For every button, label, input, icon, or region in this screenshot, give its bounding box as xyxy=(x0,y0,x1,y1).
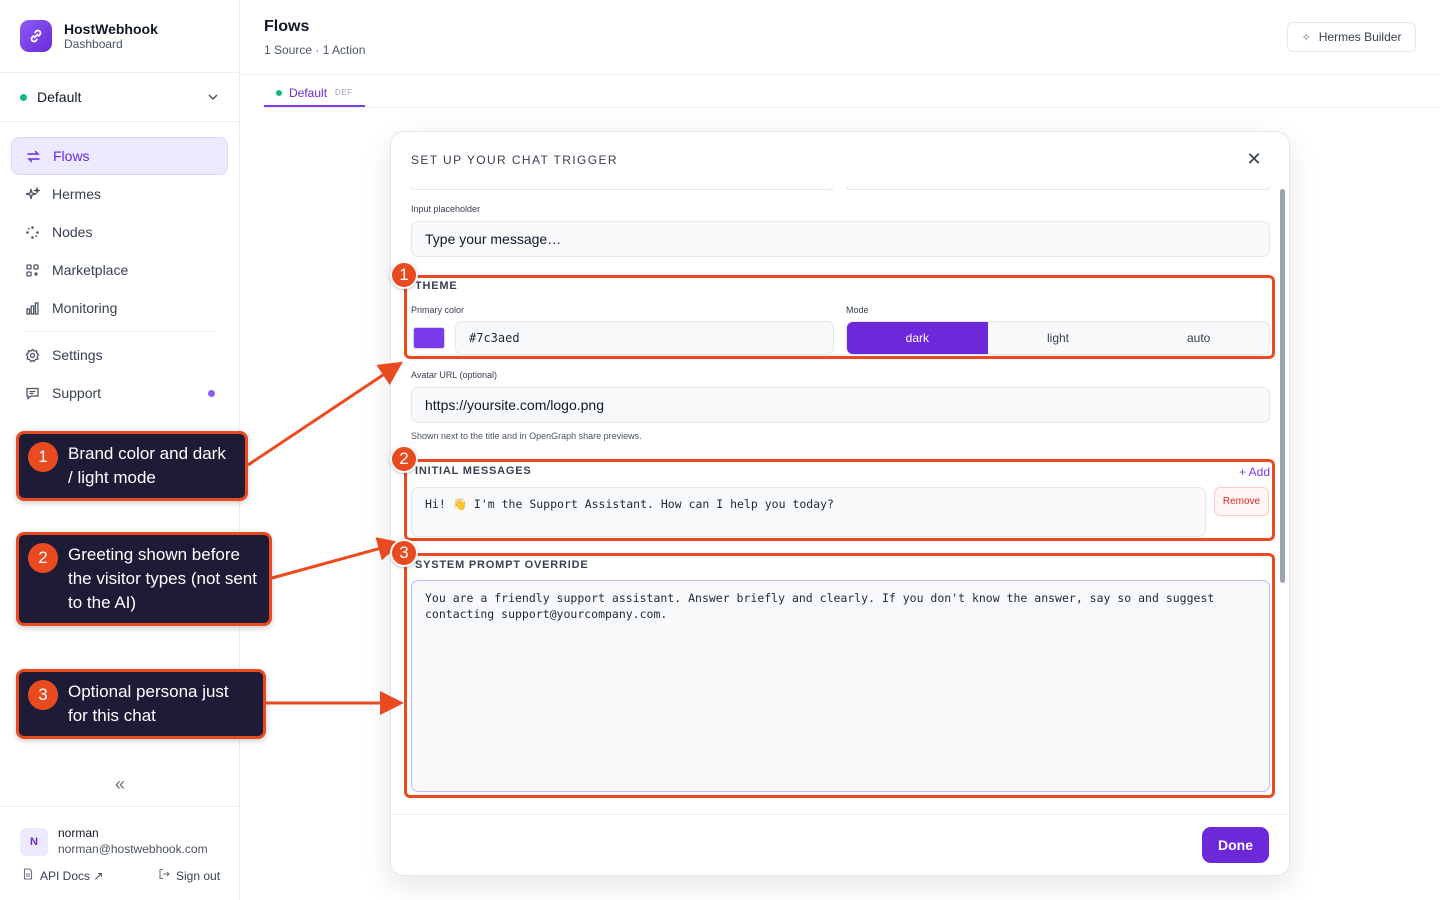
hermes-builder-label: Hermes Builder xyxy=(1318,30,1402,44)
page-title: Flows xyxy=(264,18,310,35)
modal-title: SET UP YOUR CHAT TRIGGER xyxy=(411,153,618,167)
mode-dark-button[interactable]: dark xyxy=(847,322,988,354)
chevron-down-icon xyxy=(208,94,218,101)
tab-badge: DEF xyxy=(335,88,353,97)
divider xyxy=(24,331,215,332)
primary-color-input[interactable]: #7c3aed xyxy=(455,321,834,355)
close-icon[interactable]: ✕ xyxy=(1243,148,1265,170)
gear-icon xyxy=(24,347,40,363)
avatar-url-field[interactable]: https://yoursite.com/logo.png xyxy=(411,387,1270,423)
sparkles-icon xyxy=(24,186,40,202)
callout-number: 3 xyxy=(28,680,58,710)
workspace-name: Default xyxy=(37,89,82,105)
done-button[interactable]: Done xyxy=(1202,827,1269,863)
remove-message-button[interactable]: Remove xyxy=(1214,487,1269,516)
partial-field xyxy=(411,186,833,190)
notification-dot xyxy=(208,389,215,397)
callout-number: 1 xyxy=(28,442,58,472)
callout-1: 1 Brand color and dark / light mode xyxy=(16,431,248,501)
sidebar-item-settings[interactable]: Settings xyxy=(11,336,228,374)
user-profile[interactable]: N norman norman@hostwebhook.com xyxy=(20,826,208,857)
sign-out-button[interactable]: Sign out xyxy=(158,868,220,883)
sign-out-label: Sign out xyxy=(176,868,221,883)
chat-trigger-modal: SET UP YOUR CHAT TRIGGER ✕ Input placeho… xyxy=(390,131,1290,876)
sparkle-icon: ✧ xyxy=(1301,31,1311,44)
sidebar-item-marketplace[interactable]: Marketplace xyxy=(11,251,228,289)
brand-name: HostWebhook xyxy=(64,20,158,37)
brand-subtitle: Dashboard xyxy=(64,36,123,51)
avatar: N xyxy=(20,827,48,856)
field-hint: Shown next to the title and in OpenGraph… xyxy=(411,431,642,441)
input-placeholder-field[interactable]: Type your message… xyxy=(411,221,1270,257)
system-prompt-textarea[interactable]: You are a friendly support assistant. An… xyxy=(411,580,1270,792)
divider xyxy=(264,107,1440,108)
nodes-icon xyxy=(24,224,40,240)
chat-icon xyxy=(24,385,40,401)
divider xyxy=(0,121,240,122)
callout-text: Brand color and dark / light mode xyxy=(68,444,226,487)
sidebar-item-monitoring[interactable]: Monitoring xyxy=(11,289,228,327)
annotation-number-badge: 2 xyxy=(390,445,418,473)
sign-out-icon xyxy=(158,868,170,883)
tab-default[interactable]: Default DEF xyxy=(264,80,365,107)
mode-toggle: dark light auto xyxy=(846,321,1270,355)
divider xyxy=(240,74,1440,75)
status-dot xyxy=(20,93,27,101)
sidebar-item-nodes[interactable]: Nodes xyxy=(11,213,228,251)
mode-auto-button[interactable]: auto xyxy=(1128,322,1269,354)
sidebar-item-flows[interactable]: Flows xyxy=(11,137,228,175)
mode-light-button[interactable]: light xyxy=(988,322,1129,354)
section-heading: INITIAL MESSAGES xyxy=(415,465,532,477)
divider xyxy=(0,72,240,73)
scrollbar[interactable] xyxy=(1280,189,1285,583)
sidebar-item-label: Hermes xyxy=(52,186,102,202)
hermes-builder-button[interactable]: ✧ Hermes Builder xyxy=(1287,22,1416,52)
field-label: Input placeholder xyxy=(411,204,481,214)
sidebar-item-label: Nodes xyxy=(52,224,93,240)
callout-text: Optional persona just for this chat xyxy=(68,682,229,725)
api-docs-label: API Docs ↗ xyxy=(40,868,104,883)
field-label: Avatar URL (optional) xyxy=(411,370,498,380)
arrows-exchange-icon xyxy=(25,148,41,164)
callout-2: 2 Greeting shown before the visitor type… xyxy=(16,532,272,626)
field-label: Mode xyxy=(846,305,869,315)
callout-number: 2 xyxy=(28,543,58,573)
status-dot xyxy=(276,89,282,96)
divider xyxy=(391,814,1289,815)
annotation-number-badge: 1 xyxy=(390,261,418,289)
add-message-button[interactable]: + Add xyxy=(1239,465,1270,479)
user-name: norman xyxy=(58,826,99,840)
callout-text: Greeting shown before the visitor types … xyxy=(68,545,257,612)
collapse-sidebar-icon[interactable]: « xyxy=(110,774,130,794)
sidebar-item-support[interactable]: Support xyxy=(11,374,228,412)
sidebar-item-label: Support xyxy=(52,385,102,401)
divider xyxy=(0,806,240,807)
initial-message-textarea[interactable]: Hi! 👋 I'm the Support Assistant. How can… xyxy=(411,487,1206,537)
api-docs-link[interactable]: API Docs ↗ xyxy=(22,868,103,883)
partial-field xyxy=(846,186,1270,190)
bar-chart-icon xyxy=(24,300,40,316)
sidebar-item-label: Marketplace xyxy=(52,262,129,278)
arrow-1 xyxy=(247,361,403,467)
document-icon xyxy=(22,868,34,883)
sidebar-item-label: Monitoring xyxy=(52,300,118,316)
brand[interactable]: HostWebhook Dashboard xyxy=(20,20,158,52)
callout-3: 3 Optional persona just for this chat xyxy=(16,669,266,739)
sidebar-item-label: Flows xyxy=(53,148,90,164)
sidebar-nav: Flows Hermes Nodes Marketplace Monitorin… xyxy=(11,137,228,412)
sidebar-item-hermes[interactable]: Hermes xyxy=(11,175,228,213)
tab-label: Default xyxy=(289,85,328,100)
color-swatch[interactable] xyxy=(413,327,445,349)
grid-icon xyxy=(24,262,40,278)
user-email: norman@hostwebhook.com xyxy=(58,842,208,856)
field-label: Primary color xyxy=(411,305,465,315)
sidebar-item-label: Settings xyxy=(52,347,103,363)
annotation-number-badge: 3 xyxy=(390,539,418,567)
page-subtitle: 1 Source · 1 Action xyxy=(264,43,366,57)
section-heading: SYSTEM PROMPT OVERRIDE xyxy=(415,559,589,571)
arrow-2 xyxy=(271,537,402,580)
section-heading: THEME xyxy=(415,280,458,292)
link-icon xyxy=(20,20,52,52)
workspace-selector[interactable]: Default xyxy=(20,84,220,110)
